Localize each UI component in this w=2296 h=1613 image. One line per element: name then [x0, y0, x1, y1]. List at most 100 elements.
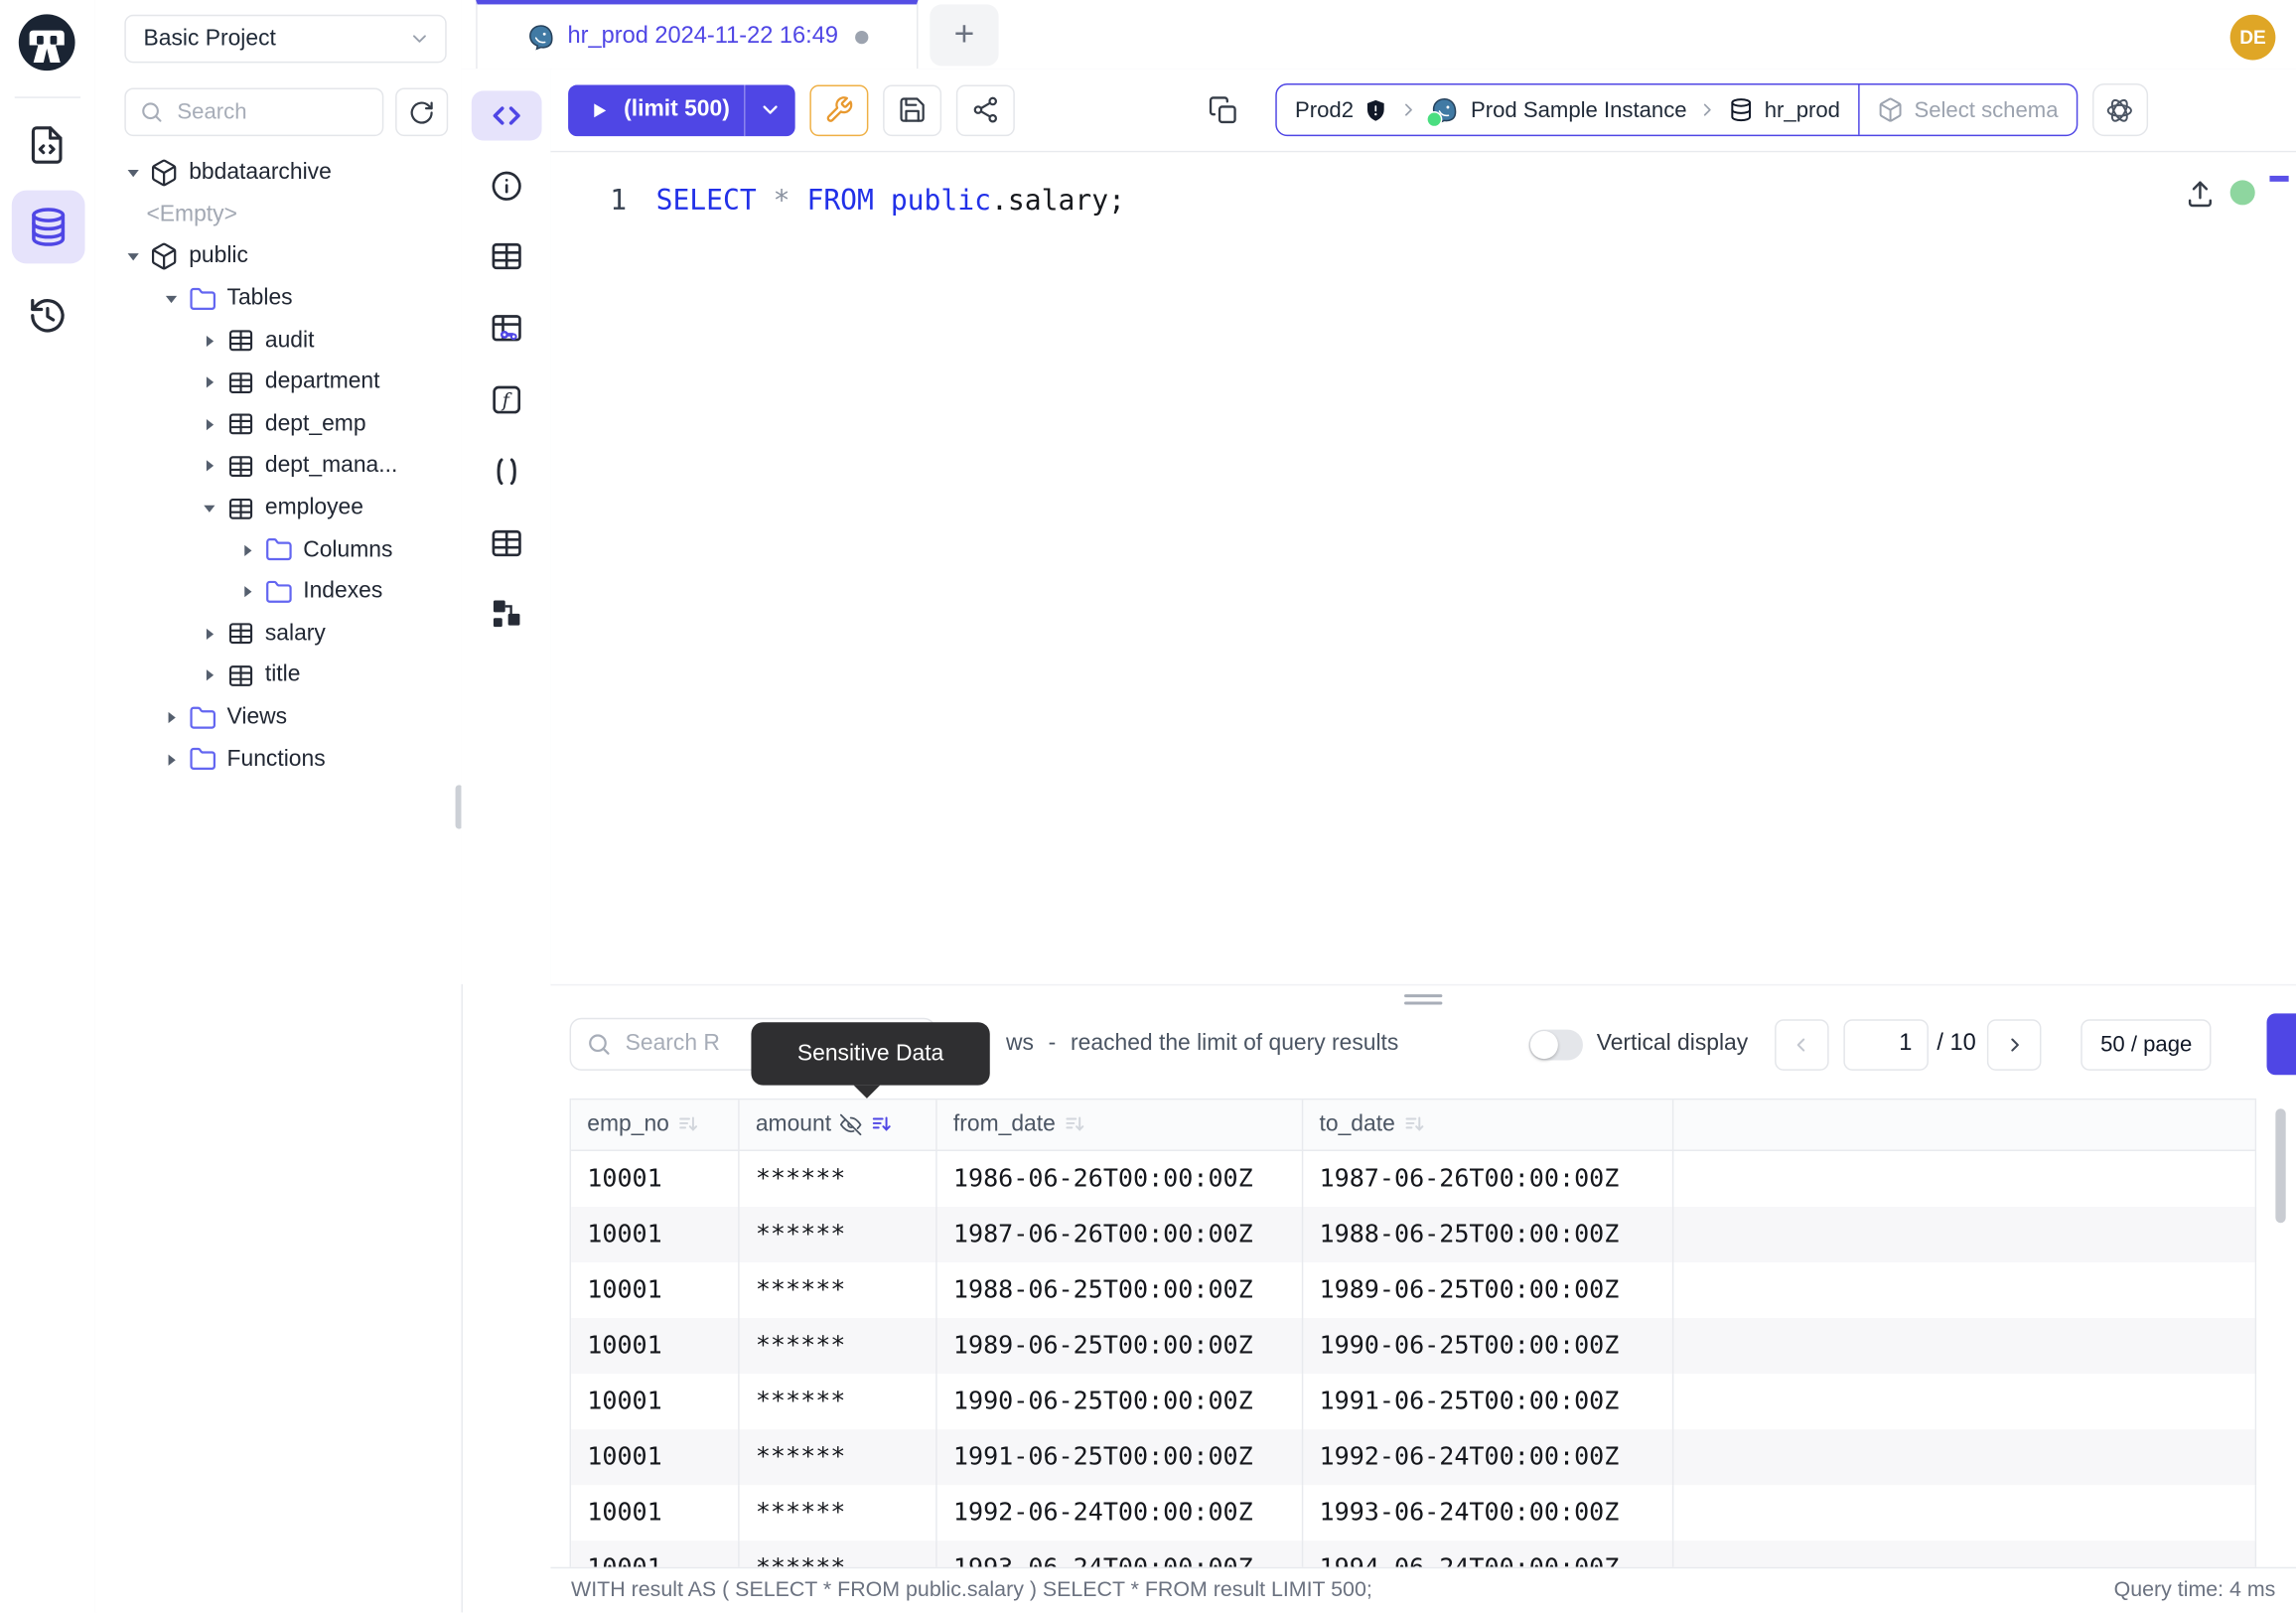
table-row[interactable]: 10001******1991-06-25T00:00:00Z1992-06-2… — [571, 1429, 2256, 1485]
tab-bar: hr_prod 2024-11-22 16:49 + DE — [461, 0, 2296, 71]
schema-select[interactable]: Select schema — [1860, 85, 2076, 135]
admin-wrench-button[interactable] — [810, 84, 869, 136]
tree-item-empty[interactable]: <Empty> — [95, 195, 460, 236]
caret-right-icon[interactable] — [164, 710, 179, 725]
tree-item-indexes[interactable]: Indexes — [95, 571, 460, 613]
panel-edge-button[interactable] — [2267, 1013, 2296, 1075]
new-tab-button[interactable]: + — [930, 4, 998, 66]
table-row[interactable]: 10001******1988-06-25T00:00:00Z1989-06-2… — [571, 1262, 2256, 1318]
caret-right-icon[interactable] — [202, 459, 216, 474]
sql-editor[interactable]: 1 SELECT * FROM public.salary; — [550, 152, 2296, 984]
caret-right-icon[interactable] — [240, 543, 255, 558]
tree-item-dept-mana[interactable]: dept_mana... — [95, 445, 460, 487]
save-button[interactable] — [884, 84, 942, 136]
worksheet-icon[interactable] — [25, 123, 69, 167]
tree-item-columns[interactable]: Columns — [95, 529, 460, 571]
bytebase-logo-icon[interactable] — [15, 10, 79, 74]
sort-icon[interactable] — [869, 1113, 893, 1137]
table-icon[interactable] — [489, 238, 523, 273]
table-cell: ****** — [740, 1429, 937, 1485]
table-cell: ****** — [740, 1485, 937, 1540]
sort-icon[interactable] — [676, 1113, 700, 1137]
table-cell: 1993-06-24T00:00:00Z — [937, 1540, 1304, 1567]
caret-right-icon[interactable] — [164, 752, 179, 767]
connection-breadcrumb: Prod2 Prod Sample Instance — [1276, 83, 2078, 136]
table-row[interactable]: 10001******1990-06-25T00:00:00Z1991-06-2… — [571, 1374, 2256, 1429]
chevron-down-icon — [408, 28, 430, 50]
table-row[interactable]: 10001******1989-06-25T00:00:00Z1990-06-2… — [571, 1318, 2256, 1374]
caret-down-icon[interactable] — [164, 292, 179, 307]
sort-icon[interactable] — [1402, 1113, 1426, 1137]
tree-item-department[interactable]: department — [95, 362, 460, 403]
sort-icon[interactable] — [1063, 1113, 1086, 1137]
caret-right-icon[interactable] — [202, 375, 216, 390]
tree-item-label: dept_emp — [265, 411, 366, 438]
table-cell: 1989-06-25T00:00:00Z — [937, 1318, 1304, 1374]
caret-down-icon[interactable] — [126, 249, 141, 264]
tab-hr-prod[interactable]: hr_prod 2024-11-22 16:49 — [476, 0, 918, 69]
sql-token: * — [774, 185, 790, 217]
ai-assistant-button[interactable] — [2091, 83, 2147, 136]
table-cell — [1673, 1540, 2256, 1567]
tree-item-salary[interactable]: salary — [95, 613, 460, 655]
tree-search-input[interactable] — [174, 98, 356, 126]
tree-item-dept-emp[interactable]: dept_emp — [95, 403, 460, 445]
column-header-from-date[interactable]: from_date — [937, 1100, 1304, 1149]
column-header-emp-no[interactable]: emp_no — [571, 1100, 740, 1149]
history-icon[interactable] — [27, 294, 70, 337]
tree-item-title[interactable]: title — [95, 655, 460, 696]
next-page-button[interactable] — [1988, 1019, 2043, 1071]
caret-right-icon[interactable] — [202, 627, 216, 642]
table-row[interactable]: 10001******1987-06-26T00:00:00Z1988-06-2… — [571, 1207, 2256, 1262]
tree-item-views[interactable]: Views — [95, 696, 460, 738]
code-icon[interactable] — [489, 98, 523, 133]
column-header-amount[interactable]: amount — [740, 1100, 937, 1149]
table-row[interactable]: 10001******1992-06-24T00:00:00Z1993-06-2… — [571, 1485, 2256, 1540]
tree-item-tables[interactable]: Tables — [95, 278, 460, 320]
prev-page-button[interactable] — [1775, 1019, 1829, 1071]
page-number-input[interactable] — [1843, 1019, 1929, 1071]
table-cell — [1673, 1485, 2256, 1540]
info-icon[interactable] — [489, 169, 523, 204]
caret-down-icon[interactable] — [126, 166, 141, 181]
schema-diagram-icon[interactable] — [489, 596, 523, 631]
connection-context[interactable]: Prod2 Prod Sample Instance — [1277, 85, 1857, 135]
table-cell: ****** — [740, 1540, 937, 1567]
copy-icon[interactable] — [1194, 84, 1252, 136]
column-header-spacer[interactable] — [1673, 1100, 2256, 1149]
table-relations-icon[interactable] — [489, 311, 523, 346]
database-icon[interactable] — [27, 205, 71, 248]
tree-item-functions[interactable]: Functions — [95, 739, 460, 781]
parentheses-icon[interactable] — [489, 454, 523, 489]
caret-right-icon[interactable] — [202, 668, 216, 683]
tree-item-bbdataarchive[interactable]: bbdataarchive — [95, 152, 460, 194]
page-size-select[interactable]: 50 / page — [2081, 1019, 2212, 1071]
tree-item-employee[interactable]: employee — [95, 488, 460, 529]
run-query-button[interactable]: (limit 500) — [568, 84, 795, 136]
table-cell: ****** — [740, 1151, 937, 1207]
panel-splitter[interactable] — [550, 984, 2296, 1012]
vertical-display-toggle[interactable] — [1529, 1029, 1584, 1060]
tree-item-audit[interactable]: audit — [95, 320, 460, 362]
caret-right-icon[interactable] — [202, 334, 216, 349]
editor-toolbar: (limit 500) Prod2 — [550, 69, 2296, 152]
caret-down-icon[interactable] — [202, 501, 216, 515]
share-button[interactable] — [956, 84, 1015, 136]
table-row[interactable]: 10001******1986-06-26T00:00:00Z1987-06-2… — [571, 1151, 2256, 1207]
avatar[interactable]: DE — [2230, 15, 2276, 61]
run-options-chevron-icon[interactable] — [746, 84, 795, 136]
caret-right-icon[interactable] — [202, 417, 216, 432]
table-icon — [225, 326, 254, 355]
table-icon[interactable] — [489, 525, 523, 560]
project-select[interactable]: Basic Project — [124, 15, 446, 64]
refresh-button[interactable] — [395, 87, 448, 136]
table-row[interactable]: 10001******1993-06-24T00:00:00Z1994-06-2… — [571, 1540, 2256, 1567]
tree-item-label: Views — [227, 704, 288, 731]
table-scrollbar-thumb[interactable] — [2275, 1108, 2285, 1223]
function-icon[interactable]: f — [489, 382, 523, 417]
tree-item-public[interactable]: public — [95, 236, 460, 278]
column-header-to-date[interactable]: to_date — [1303, 1100, 1673, 1149]
upload-icon[interactable] — [2185, 179, 2216, 210]
main-area: hr_prod 2024-11-22 16:49 + DE f — [461, 0, 2296, 1612]
caret-right-icon[interactable] — [240, 585, 255, 600]
